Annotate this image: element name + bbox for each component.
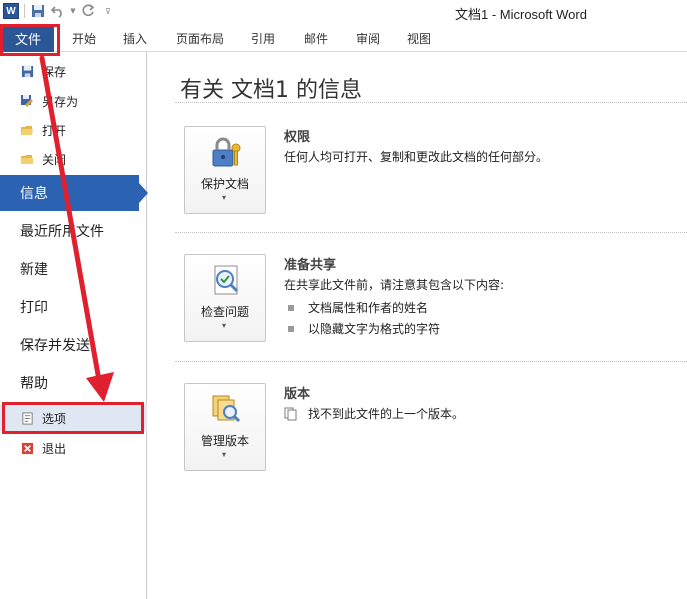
customize-toolbar-icon[interactable]: ⊽ [99,2,117,20]
quick-access-toolbar: W ▼ ⊽ [2,2,117,20]
bullet-icon [288,304,294,311]
undo-dropdown-icon[interactable]: ▼ [69,2,77,20]
tab-references[interactable]: 引用 [251,30,275,47]
prepare-title: 准备共享 [284,258,337,273]
tab-mailings[interactable]: 邮件 [304,30,328,47]
backstage-nav: 保存 另存为 打开 关闭 信息 最近所用文件 新建 打印 保存并发送 帮助 选项… [0,52,148,599]
divider [175,102,687,103]
tab-review[interactable]: 审阅 [356,30,380,47]
tab-home[interactable]: 开始 [72,30,96,47]
tab-insert[interactable]: 插入 [123,30,147,47]
manage-versions-button[interactable]: 管理版本 ▾ [184,383,266,471]
chevron-down-icon: ▾ [222,450,227,459]
nav-print[interactable]: 打印 [0,289,147,325]
versions-desc: 找不到此文件的上一个版本。 [284,405,464,422]
undo-icon[interactable] [49,2,67,20]
nav-save-as[interactable]: 另存为 [0,88,147,114]
file-tab-highlight [0,24,60,56]
save-as-icon [20,94,34,108]
check-issues-button[interactable]: 检查问题 ▾ [184,254,266,342]
list-item: 以隐藏文字为格式的字符 [288,320,440,337]
options-highlight [2,402,144,434]
ribbon-tabs: 文件 开始 插入 页面布局 引用 邮件 审阅 视图 [0,24,687,52]
lock-key-icon [209,135,243,169]
window-title: 文档1 - Microsoft Word [455,7,587,22]
divider [175,232,687,233]
tab-page-layout[interactable]: 页面布局 [176,30,224,47]
nav-recent[interactable]: 最近所用文件 [0,213,147,249]
nav-close[interactable]: 关闭 [0,146,147,172]
document-versions-icon [284,407,298,421]
permissions-desc: 任何人均可打开、复制和更改此文档的任何部分。 [284,150,549,164]
nav-exit[interactable]: 退出 [0,435,147,461]
prepare-section: 检查问题 ▾ 准备共享 在共享此文件前，请注意其包含以下内容: 文档属性和作者的… [184,254,684,346]
title-bar: W ▼ ⊽ 文档1 - Microsoft Word [0,0,687,24]
versions-title: 版本 [284,387,311,402]
manage-versions-icon [209,392,243,426]
nav-open[interactable]: 打开 [0,117,147,143]
nav-help[interactable]: 帮助 [0,365,147,401]
page-title: 有关 文档1 的信息 [180,78,362,103]
nav-info[interactable]: 信息 [0,175,148,211]
word-logo-icon[interactable]: W [2,2,20,20]
active-indicator [139,183,148,203]
prepare-desc: 在共享此文件前，请注意其包含以下内容: [284,278,505,292]
nav-save[interactable]: 保存 [0,58,147,84]
bullet-icon [288,325,294,332]
chevron-down-icon: ▾ [222,321,227,330]
list-item: 文档属性和作者的姓名 [288,299,428,316]
divider [175,361,687,362]
save-icon[interactable] [29,2,47,20]
close-folder-icon [20,152,34,166]
protect-document-button[interactable]: 保护文档 ▾ [184,126,266,214]
toolbar-separator [24,4,25,18]
open-folder-icon [20,123,34,137]
nav-new[interactable]: 新建 [0,251,147,287]
versions-section: 管理版本 ▾ 版本 找不到此文件的上一个版本。 [184,383,684,475]
inspect-document-icon [209,263,243,297]
permissions-section: 保护文档 ▾ 权限 任何人均可打开、复制和更改此文档的任何部分。 [184,126,684,216]
redo-icon[interactable] [79,2,97,20]
exit-icon [20,441,34,455]
permissions-title: 权限 [284,130,311,145]
chevron-down-icon: ▾ [222,193,227,202]
nav-save-send[interactable]: 保存并发送 [0,327,147,363]
save-icon [20,64,34,78]
tab-view[interactable]: 视图 [407,30,431,47]
